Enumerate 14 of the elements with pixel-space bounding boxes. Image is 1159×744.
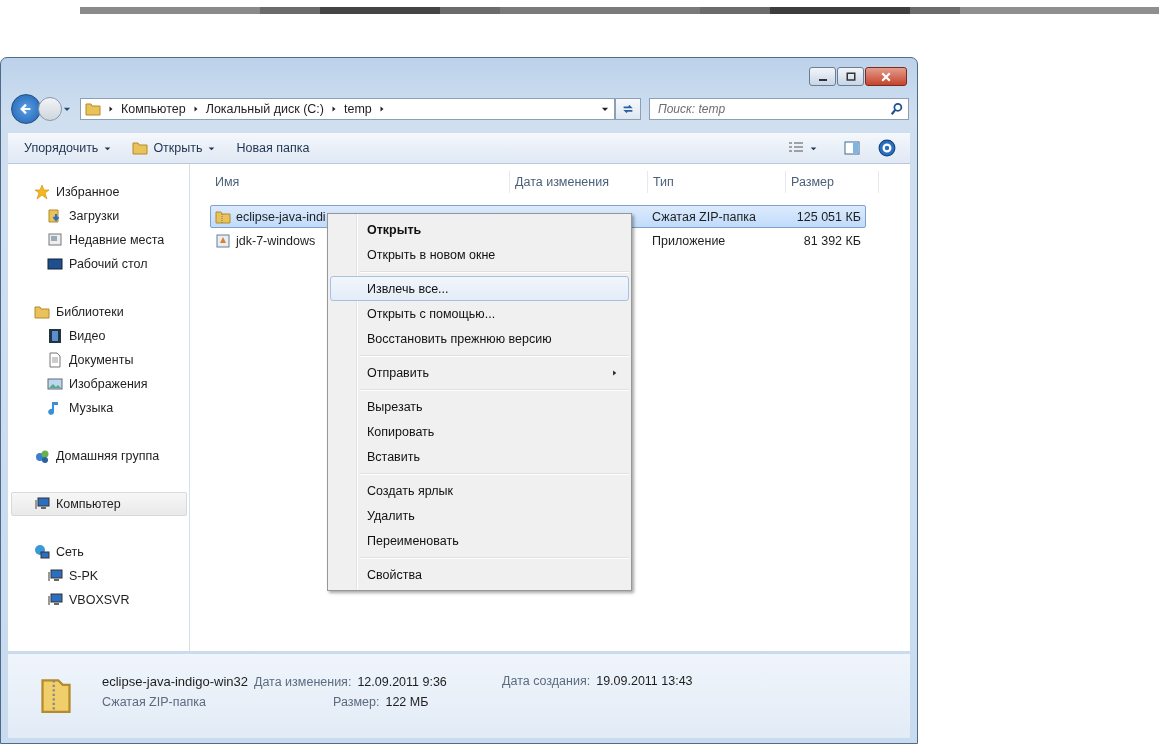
field-value: 122 МБ [385,695,429,709]
field-label: Дата создания: [502,674,591,688]
field-value: 19.09.2011 13:43 [596,674,693,688]
file-type: Приложение [651,233,727,248]
file-type: Сжатая ZIP-папка [651,209,757,224]
file-name: eclipse-java-indigo-win32 [102,674,248,689]
field-label: Размер: [333,695,380,709]
file-type: Сжатая ZIP-папка [102,695,207,709]
file-size: 81 392 КБ [802,233,862,248]
file-name: jdk-7-windows [236,233,316,248]
file-size: 125 051 КБ [795,209,862,224]
file-name: eclipse-java-indi [236,209,326,224]
field-value: 12.09.2011 9:36 [357,675,447,689]
field-label: Дата изменения: [253,675,352,689]
